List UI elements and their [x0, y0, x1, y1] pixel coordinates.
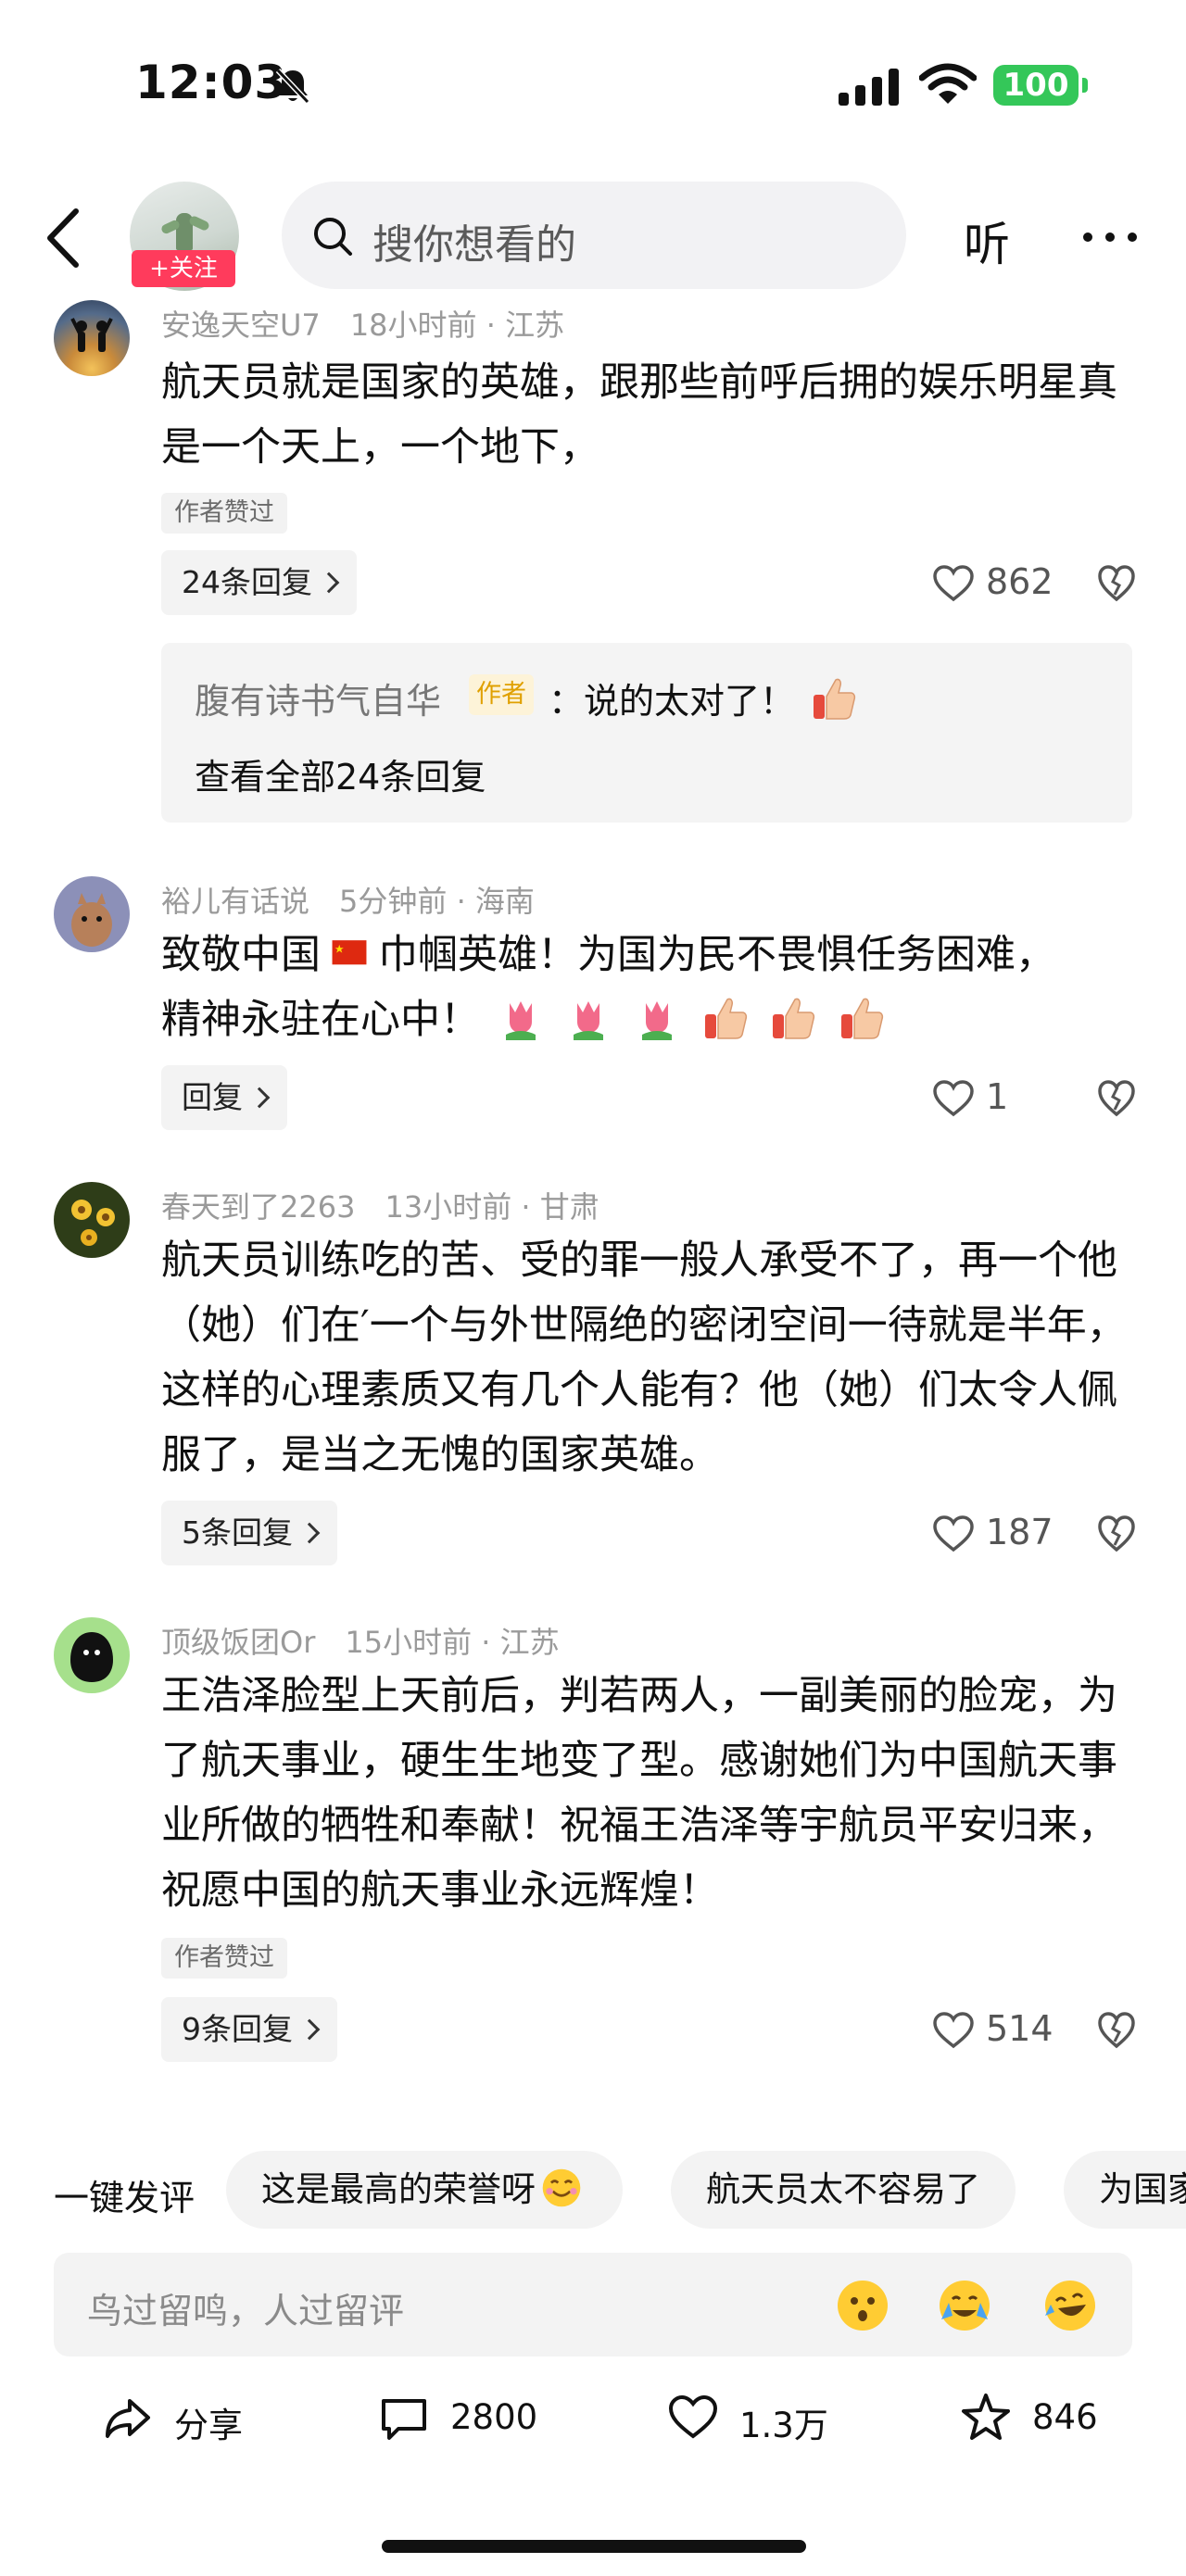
commenter-avatar[interactable] — [54, 300, 130, 376]
heart-icon[interactable] — [932, 1080, 975, 1117]
thumbs-up-emoji-icon — [841, 998, 884, 1039]
comment-text: 王浩泽脸型上天前后，判若两人，一副美丽的脸宠，为了航天事业，硬生生地变了型。感谢… — [161, 1673, 1117, 1914]
view-all-replies[interactable]: 查看全部24条回复 — [195, 748, 486, 799]
laughing-tears-emoji-icon[interactable] — [1041, 2277, 1099, 2334]
tulip-emoji-icon — [505, 1001, 536, 1040]
quick-reply-chip[interactable]: 航天员太不容易了 — [671, 2151, 1016, 2229]
reply-text: ：说的太对了！ — [549, 672, 862, 723]
thinking-emoji-icon[interactable] — [834, 2277, 891, 2334]
like-count: 862 — [986, 561, 1054, 602]
comment-count[interactable]: 2800 — [450, 2397, 537, 2437]
crying-emoji-icon[interactable] — [936, 2277, 993, 2334]
commenter-avatar[interactable] — [54, 1617, 130, 1693]
heart-icon[interactable] — [667, 2392, 719, 2444]
signal-icon — [839, 69, 899, 106]
comment-meta: 安逸天空U7 18小时前 · 江苏 — [161, 308, 565, 343]
heart-icon[interactable] — [932, 1515, 975, 1552]
share-icon[interactable] — [102, 2392, 154, 2444]
search-placeholder: 搜你想看的 — [372, 221, 576, 269]
battery-cap — [1082, 78, 1088, 93]
tulip-emoji-icon — [642, 1001, 673, 1040]
china-flag-icon — [332, 940, 367, 965]
search-icon — [314, 218, 352, 256]
comment-meta: 顶级饭团Or 15小时前 · 江苏 — [161, 1625, 560, 1660]
wifi-icon — [919, 63, 977, 104]
dislike-icon[interactable] — [1097, 1515, 1136, 1552]
heart-icon[interactable] — [932, 565, 975, 602]
thumbs-up-emoji-icon — [773, 998, 815, 1039]
replies-button[interactable]: 9条回复 — [161, 1997, 337, 2062]
dislike-icon[interactable] — [1097, 1080, 1136, 1117]
listen-button[interactable]: 听 — [964, 207, 1010, 274]
comment-input-placeholder: 鸟过留鸣，人过留评 — [87, 2291, 405, 2331]
battery-indicator: 100 — [993, 65, 1079, 106]
bell-off-icon — [275, 68, 310, 105]
thumbs-up-emoji-icon — [704, 998, 747, 1039]
comment-text: 航天员就是国家的英雄，跟那些前呼后拥的娱乐明星真是一个天上，一个地下， — [161, 359, 1117, 471]
star-icon[interactable] — [960, 2392, 1012, 2444]
quick-reply-chip[interactable]: 这是最高的荣誉呀 — [226, 2151, 623, 2229]
comment-text: 致敬中国 巾帼英雄！为国为民不畏惧任务困难， 精神永驻在心中！ — [161, 932, 1055, 1043]
follow-button[interactable]: +关注 — [132, 250, 235, 287]
author-liked-badge: 作者赞过 — [161, 493, 287, 534]
commenter-avatar[interactable] — [54, 1182, 130, 1258]
heart-icon[interactable] — [932, 2012, 975, 2049]
tulip-emoji-icon — [574, 1001, 604, 1040]
comment-text: 航天员训练吃的苦、受的罪一般人承受不了，再一个他（她）们在′一个与外世隔绝的密闭… — [161, 1238, 1127, 1478]
thumbs-up-emoji-icon — [814, 678, 856, 720]
like-count: 1 — [986, 1076, 1009, 1117]
quick-reply-label: 一键发评 — [54, 2178, 196, 2218]
comment-meta: 春天到了2263 13小时前 · 甘肃 — [161, 1189, 599, 1225]
back-icon[interactable] — [41, 206, 83, 270]
like-count: 187 — [986, 1512, 1054, 1552]
status-time: 12:03 — [135, 56, 288, 109]
replies-button[interactable]: 24条回复 — [161, 550, 357, 615]
smiling-hearts-emoji-icon — [542, 2168, 581, 2207]
reply-button[interactable]: 回复 — [161, 1065, 287, 1130]
favorite-count[interactable]: 846 — [1032, 2397, 1098, 2437]
like-count: 514 — [986, 2008, 1054, 2049]
dislike-icon[interactable] — [1097, 565, 1136, 602]
reply-author-name[interactable]: 腹有诗书气自华 — [195, 672, 441, 723]
more-icon[interactable] — [1080, 230, 1140, 245]
dislike-icon[interactable] — [1097, 2012, 1136, 2049]
commenter-avatar[interactable] — [54, 876, 130, 952]
quick-reply-chip[interactable]: 为国家 — [1064, 2151, 1186, 2229]
author-reply-box[interactable]: 腹有诗书气自华 作者 ：说的太对了！ 查看全部24条回复 — [161, 643, 1132, 823]
replies-button[interactable]: 5条回复 — [161, 1501, 337, 1565]
home-indicator[interactable] — [382, 2540, 806, 2553]
author-liked-badge: 作者赞过 — [161, 1938, 287, 1979]
share-label[interactable]: 分享 — [174, 2397, 243, 2447]
author-tag: 作者 — [469, 674, 534, 715]
comment-icon[interactable] — [378, 2392, 430, 2444]
like-count[interactable]: 1.3万 — [739, 2397, 828, 2447]
comment-meta: 裕儿有话说 5分钟前 · 海南 — [161, 884, 535, 919]
